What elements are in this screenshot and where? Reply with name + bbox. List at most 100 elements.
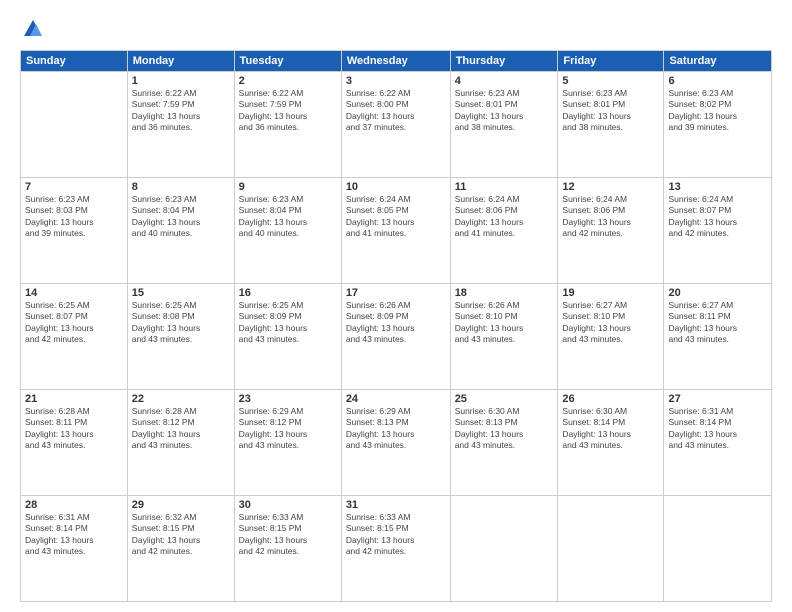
day-cell: 31Sunrise: 6:33 AMSunset: 8:15 PMDayligh… [341,496,450,602]
day-cell: 1Sunrise: 6:22 AMSunset: 7:59 PMDaylight… [127,72,234,178]
logo [20,18,44,40]
day-cell: 29Sunrise: 6:32 AMSunset: 8:15 PMDayligh… [127,496,234,602]
day-number: 21 [25,393,123,405]
day-info: Sunrise: 6:29 AMSunset: 8:12 PMDaylight:… [239,406,337,452]
day-number: 27 [668,393,767,405]
day-cell: 11Sunrise: 6:24 AMSunset: 8:06 PMDayligh… [450,178,558,284]
day-cell [664,496,772,602]
page: SundayMondayTuesdayWednesdayThursdayFrid… [0,0,792,612]
day-cell: 3Sunrise: 6:22 AMSunset: 8:00 PMDaylight… [341,72,450,178]
day-cell: 17Sunrise: 6:26 AMSunset: 8:09 PMDayligh… [341,284,450,390]
day-info: Sunrise: 6:27 AMSunset: 8:11 PMDaylight:… [668,300,767,346]
day-cell: 13Sunrise: 6:24 AMSunset: 8:07 PMDayligh… [664,178,772,284]
header [20,18,772,40]
day-info: Sunrise: 6:31 AMSunset: 8:14 PMDaylight:… [25,512,123,558]
day-number: 7 [25,181,123,193]
day-cell: 23Sunrise: 6:29 AMSunset: 8:12 PMDayligh… [234,390,341,496]
day-cell: 26Sunrise: 6:30 AMSunset: 8:14 PMDayligh… [558,390,664,496]
day-cell [21,72,128,178]
day-info: Sunrise: 6:23 AMSunset: 8:04 PMDaylight:… [132,194,230,240]
day-cell: 22Sunrise: 6:28 AMSunset: 8:12 PMDayligh… [127,390,234,496]
day-number: 17 [346,287,446,299]
day-cell [558,496,664,602]
week-row-5: 28Sunrise: 6:31 AMSunset: 8:14 PMDayligh… [21,496,772,602]
day-cell: 8Sunrise: 6:23 AMSunset: 8:04 PMDaylight… [127,178,234,284]
day-number: 12 [562,181,659,193]
day-info: Sunrise: 6:28 AMSunset: 8:11 PMDaylight:… [25,406,123,452]
day-header-thursday: Thursday [450,51,558,72]
day-number: 19 [562,287,659,299]
day-info: Sunrise: 6:24 AMSunset: 8:06 PMDaylight:… [455,194,554,240]
day-info: Sunrise: 6:27 AMSunset: 8:10 PMDaylight:… [562,300,659,346]
week-row-1: 1Sunrise: 6:22 AMSunset: 7:59 PMDaylight… [21,72,772,178]
day-info: Sunrise: 6:28 AMSunset: 8:12 PMDaylight:… [132,406,230,452]
day-number: 16 [239,287,337,299]
day-cell: 6Sunrise: 6:23 AMSunset: 8:02 PMDaylight… [664,72,772,178]
day-cell: 14Sunrise: 6:25 AMSunset: 8:07 PMDayligh… [21,284,128,390]
day-cell [450,496,558,602]
day-number: 4 [455,75,554,87]
day-header-monday: Monday [127,51,234,72]
week-row-3: 14Sunrise: 6:25 AMSunset: 8:07 PMDayligh… [21,284,772,390]
day-number: 9 [239,181,337,193]
day-header-sunday: Sunday [21,51,128,72]
day-number: 29 [132,499,230,511]
day-cell: 9Sunrise: 6:23 AMSunset: 8:04 PMDaylight… [234,178,341,284]
day-number: 22 [132,393,230,405]
calendar-header-row: SundayMondayTuesdayWednesdayThursdayFrid… [21,51,772,72]
day-cell: 15Sunrise: 6:25 AMSunset: 8:08 PMDayligh… [127,284,234,390]
day-cell: 7Sunrise: 6:23 AMSunset: 8:03 PMDaylight… [21,178,128,284]
week-row-2: 7Sunrise: 6:23 AMSunset: 8:03 PMDaylight… [21,178,772,284]
day-number: 13 [668,181,767,193]
day-header-friday: Friday [558,51,664,72]
day-info: Sunrise: 6:22 AMSunset: 7:59 PMDaylight:… [132,88,230,134]
day-cell: 5Sunrise: 6:23 AMSunset: 8:01 PMDaylight… [558,72,664,178]
day-cell: 27Sunrise: 6:31 AMSunset: 8:14 PMDayligh… [664,390,772,496]
day-number: 28 [25,499,123,511]
day-number: 2 [239,75,337,87]
day-cell: 28Sunrise: 6:31 AMSunset: 8:14 PMDayligh… [21,496,128,602]
day-info: Sunrise: 6:23 AMSunset: 8:04 PMDaylight:… [239,194,337,240]
day-number: 23 [239,393,337,405]
day-number: 14 [25,287,123,299]
day-info: Sunrise: 6:24 AMSunset: 8:05 PMDaylight:… [346,194,446,240]
day-number: 31 [346,499,446,511]
day-number: 1 [132,75,230,87]
day-info: Sunrise: 6:25 AMSunset: 8:07 PMDaylight:… [25,300,123,346]
day-number: 30 [239,499,337,511]
day-number: 25 [455,393,554,405]
day-number: 5 [562,75,659,87]
day-cell: 2Sunrise: 6:22 AMSunset: 7:59 PMDaylight… [234,72,341,178]
day-info: Sunrise: 6:26 AMSunset: 8:10 PMDaylight:… [455,300,554,346]
day-info: Sunrise: 6:33 AMSunset: 8:15 PMDaylight:… [239,512,337,558]
day-cell: 25Sunrise: 6:30 AMSunset: 8:13 PMDayligh… [450,390,558,496]
day-info: Sunrise: 6:23 AMSunset: 8:02 PMDaylight:… [668,88,767,134]
day-header-tuesday: Tuesday [234,51,341,72]
day-cell: 19Sunrise: 6:27 AMSunset: 8:10 PMDayligh… [558,284,664,390]
day-info: Sunrise: 6:23 AMSunset: 8:01 PMDaylight:… [562,88,659,134]
day-header-saturday: Saturday [664,51,772,72]
day-cell: 20Sunrise: 6:27 AMSunset: 8:11 PMDayligh… [664,284,772,390]
day-info: Sunrise: 6:29 AMSunset: 8:13 PMDaylight:… [346,406,446,452]
day-info: Sunrise: 6:23 AMSunset: 8:03 PMDaylight:… [25,194,123,240]
day-cell: 12Sunrise: 6:24 AMSunset: 8:06 PMDayligh… [558,178,664,284]
day-number: 24 [346,393,446,405]
day-cell: 21Sunrise: 6:28 AMSunset: 8:11 PMDayligh… [21,390,128,496]
day-info: Sunrise: 6:24 AMSunset: 8:06 PMDaylight:… [562,194,659,240]
day-info: Sunrise: 6:32 AMSunset: 8:15 PMDaylight:… [132,512,230,558]
day-info: Sunrise: 6:30 AMSunset: 8:13 PMDaylight:… [455,406,554,452]
day-number: 6 [668,75,767,87]
day-info: Sunrise: 6:31 AMSunset: 8:14 PMDaylight:… [668,406,767,452]
day-number: 8 [132,181,230,193]
day-number: 10 [346,181,446,193]
day-cell: 16Sunrise: 6:25 AMSunset: 8:09 PMDayligh… [234,284,341,390]
day-info: Sunrise: 6:22 AMSunset: 8:00 PMDaylight:… [346,88,446,134]
day-number: 18 [455,287,554,299]
day-number: 20 [668,287,767,299]
day-info: Sunrise: 6:33 AMSunset: 8:15 PMDaylight:… [346,512,446,558]
day-info: Sunrise: 6:30 AMSunset: 8:14 PMDaylight:… [562,406,659,452]
day-header-wednesday: Wednesday [341,51,450,72]
day-cell: 4Sunrise: 6:23 AMSunset: 8:01 PMDaylight… [450,72,558,178]
week-row-4: 21Sunrise: 6:28 AMSunset: 8:11 PMDayligh… [21,390,772,496]
day-info: Sunrise: 6:23 AMSunset: 8:01 PMDaylight:… [455,88,554,134]
